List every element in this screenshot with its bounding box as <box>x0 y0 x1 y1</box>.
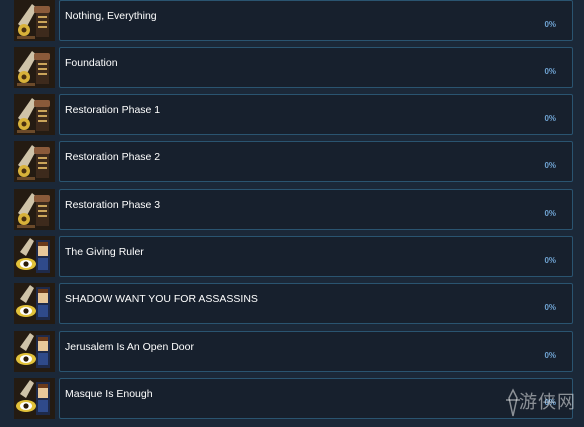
achievement-row[interactable]: Jerusalem Is An Open Door 0% <box>0 331 584 374</box>
eye-portrait-icon <box>14 378 55 419</box>
achievement-bar: Nothing, Everything 0% <box>59 0 573 41</box>
scroll-feather-banner-icon <box>14 0 55 41</box>
achievement-row[interactable]: SHADOW WANT YOU FOR ASSASSINS 0% <box>0 283 584 326</box>
eye-portrait-icon <box>14 283 55 324</box>
eye-portrait-icon <box>14 331 55 372</box>
achievement-row[interactable]: Restoration Phase 2 0% <box>0 141 584 184</box>
achievement-bar: The Giving Ruler 0% <box>59 236 573 277</box>
achievement-row[interactable]: Restoration Phase 3 0% <box>0 189 584 232</box>
achievement-bar: SHADOW WANT YOU FOR ASSASSINS 0% <box>59 283 573 324</box>
scroll-feather-banner-icon <box>14 189 55 230</box>
achievement-title: Restoration Phase 1 <box>65 104 161 116</box>
achievement-bar: Restoration Phase 1 0% <box>59 94 573 135</box>
achievement-bar: Restoration Phase 2 0% <box>59 141 573 182</box>
scroll-feather-banner-icon <box>14 141 55 182</box>
achievement-row[interactable]: The Giving Ruler 0% <box>0 236 584 279</box>
watermark: 游侠网 <box>503 382 581 422</box>
scroll-feather-banner-icon <box>14 94 55 135</box>
eye-portrait-icon <box>14 236 55 277</box>
achievement-row[interactable]: Nothing, Everything 0% <box>0 0 584 43</box>
achievement-percent: 0% <box>544 161 556 170</box>
achievement-row[interactable]: Restoration Phase 1 0% <box>0 94 584 137</box>
scroll-feather-banner-icon <box>14 47 55 88</box>
achievement-title: Restoration Phase 3 <box>65 199 161 211</box>
achievement-title: Jerusalem Is An Open Door <box>65 341 194 353</box>
achievement-bar: Restoration Phase 3 0% <box>59 189 573 230</box>
achievement-percent: 0% <box>544 209 556 218</box>
achievement-row[interactable]: Masque Is Enough 0% <box>0 378 584 421</box>
achievement-title: SHADOW WANT YOU FOR ASSASSINS <box>65 293 258 305</box>
achievement-title: The Giving Ruler <box>65 246 144 258</box>
achievement-percent: 0% <box>544 256 556 265</box>
achievement-bar: Foundation 0% <box>59 47 573 88</box>
achievement-title: Restoration Phase 2 <box>65 151 161 163</box>
watermark-text: 游侠网 <box>519 392 576 413</box>
achievement-percent: 0% <box>544 114 556 123</box>
achievement-title: Foundation <box>65 57 118 69</box>
achievement-bar: Masque Is Enough 0% <box>59 378 573 419</box>
achievement-row[interactable]: Foundation 0% <box>0 47 584 90</box>
achievement-percent: 0% <box>544 67 556 76</box>
achievement-title: Nothing, Everything <box>65 10 157 22</box>
achievement-title: Masque Is Enough <box>65 388 153 400</box>
achievement-percent: 0% <box>544 351 556 360</box>
achievement-percent: 0% <box>544 303 556 312</box>
achievement-bar: Jerusalem Is An Open Door 0% <box>59 331 573 372</box>
achievement-percent: 0% <box>544 20 556 29</box>
